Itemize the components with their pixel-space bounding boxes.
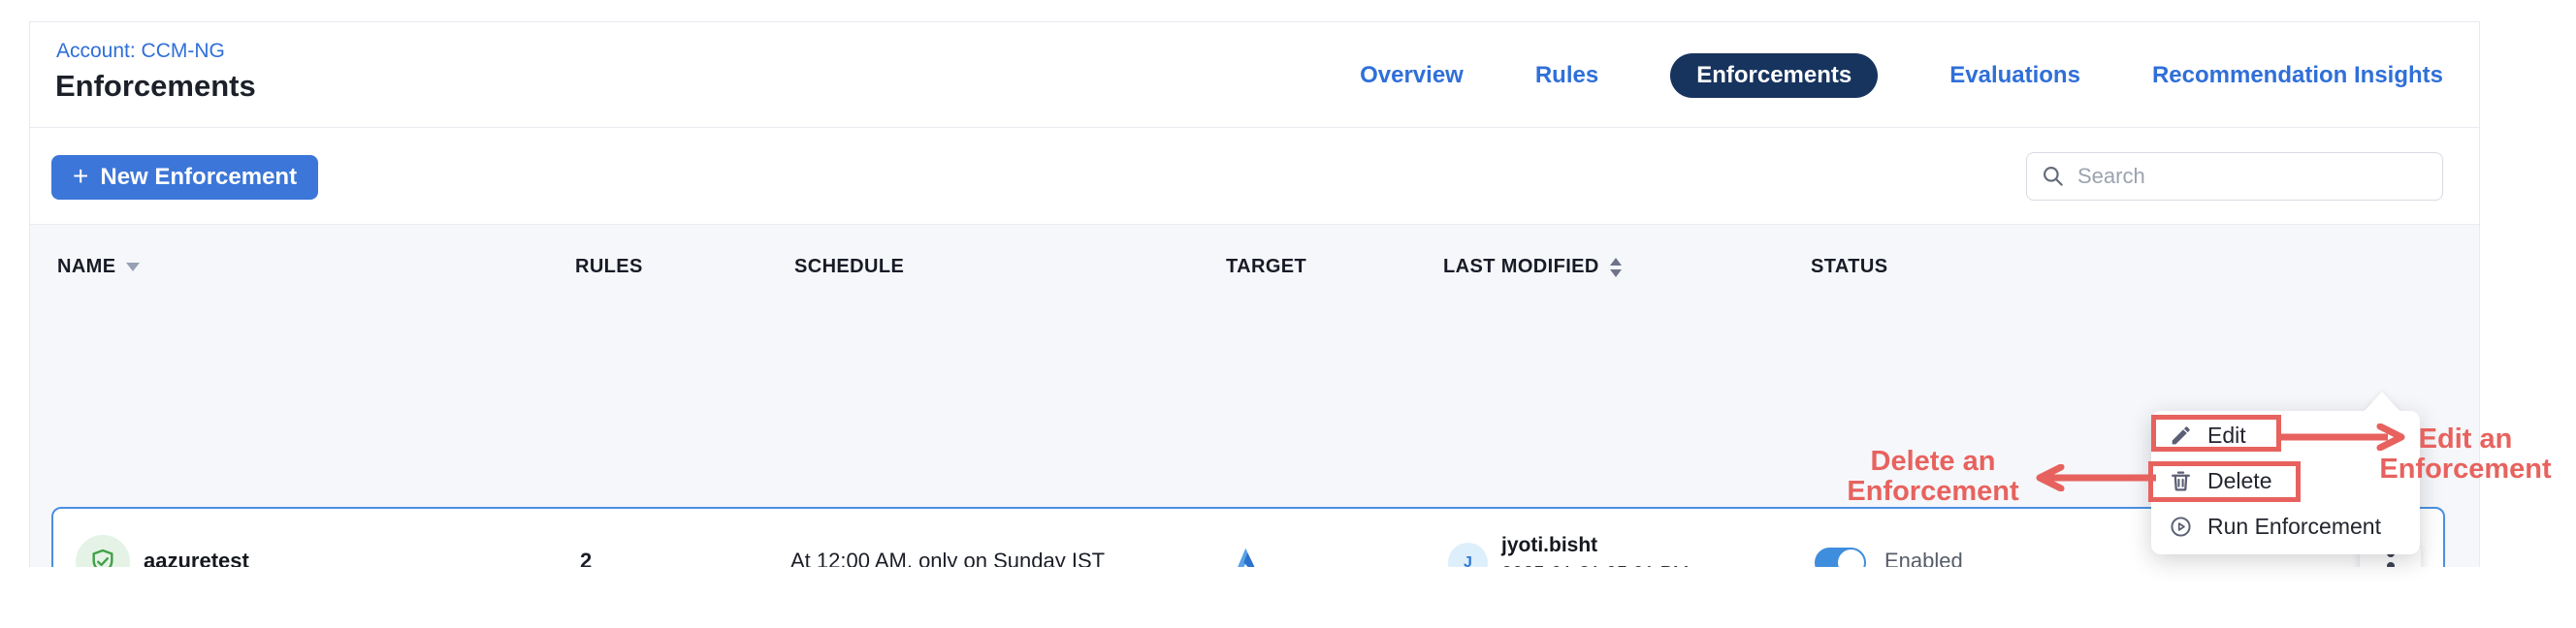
enforcement-status-circle bbox=[76, 535, 130, 567]
plus-icon: + bbox=[73, 163, 88, 190]
tab-rules[interactable]: Rules bbox=[1535, 62, 1598, 89]
edit-annotation-line1: Edit an bbox=[2368, 424, 2562, 455]
sort-updown-icon bbox=[1609, 257, 1623, 278]
menu-item-run-enforcement[interactable]: Run Enforcement bbox=[2151, 504, 2420, 550]
play-circle-icon bbox=[2169, 515, 2193, 539]
new-enforcement-button[interactable]: + New Enforcement bbox=[51, 155, 318, 200]
column-header-name[interactable]: NAME bbox=[57, 256, 140, 278]
search-box[interactable] bbox=[2026, 152, 2443, 201]
rules-count: 2 bbox=[580, 509, 592, 567]
sort-caret-icon bbox=[126, 263, 140, 271]
schedule-text: At 12:00 AM, only on Sunday IST bbox=[790, 509, 1105, 567]
search-input[interactable] bbox=[2077, 164, 2429, 189]
delete-annotation-line1: Delete an bbox=[1836, 447, 2030, 477]
header-divider bbox=[30, 127, 2479, 128]
menu-item-run-label: Run Enforcement bbox=[2207, 514, 2381, 540]
tab-recommendation-insights[interactable]: Recommendation Insights bbox=[2152, 62, 2443, 89]
edit-highlight-box bbox=[2151, 415, 2281, 452]
shield-check-icon bbox=[87, 547, 118, 567]
nav-tabs: Overview Rules Enforcements Evaluations … bbox=[1360, 53, 2443, 98]
tab-evaluations[interactable]: Evaluations bbox=[1949, 62, 2080, 89]
status-label: Enabled bbox=[1884, 509, 1963, 567]
column-header-last-modified-label: LAST MODIFIED bbox=[1443, 256, 1599, 278]
tab-overview[interactable]: Overview bbox=[1360, 62, 1464, 89]
target-cell bbox=[1228, 509, 1262, 567]
azure-icon bbox=[1228, 544, 1262, 567]
status-toggle[interactable] bbox=[1815, 548, 1866, 567]
edit-annotation-text: Edit an Enforcement bbox=[2368, 424, 2562, 485]
toggle-knob bbox=[1838, 550, 1864, 567]
enforcement-name[interactable]: aazuretest bbox=[144, 509, 249, 567]
column-header-last-modified[interactable]: LAST MODIFIED bbox=[1443, 256, 1623, 278]
last-modified-cell: jyoti.bisht 2025-01-31 05:01 PM bbox=[1501, 534, 1689, 567]
column-header-rules: RULES bbox=[575, 256, 643, 278]
table-row[interactable]: aazuretest 2 At 12:00 AM, only on Sunday… bbox=[51, 507, 2445, 567]
enforcements-page: Account: CCM-NG Enforcements Overview Ru… bbox=[0, 0, 2576, 628]
delete-annotation-text: Delete an Enforcement bbox=[1836, 447, 2030, 507]
delete-annotation-line2: Enforcement bbox=[1836, 477, 2030, 507]
modified-by: jyoti.bisht bbox=[1501, 534, 1689, 557]
avatar: J bbox=[1448, 543, 1488, 567]
delete-highlight-box bbox=[2148, 461, 2301, 502]
search-icon bbox=[2041, 164, 2066, 189]
kebab-dot bbox=[2387, 562, 2395, 568]
column-header-schedule: SCHEDULE bbox=[794, 256, 904, 278]
account-breadcrumb[interactable]: Account: CCM-NG bbox=[56, 40, 225, 63]
menu-caret bbox=[2364, 392, 2400, 412]
column-header-target: TARGET bbox=[1226, 256, 1306, 278]
column-header-status: STATUS bbox=[1811, 256, 1887, 278]
page-title: Enforcements bbox=[55, 69, 256, 104]
column-header-name-label: NAME bbox=[57, 256, 116, 278]
enforcements-table: NAME RULES SCHEDULE TARGET LAST MODIFIED… bbox=[30, 225, 2479, 567]
tab-enforcements[interactable]: Enforcements bbox=[1670, 53, 1878, 98]
new-enforcement-label: New Enforcement bbox=[100, 164, 297, 191]
delete-annotation-arrow bbox=[2020, 464, 2156, 491]
edit-annotation-line2: Enforcement bbox=[2368, 455, 2562, 485]
modified-at: 2025-01-31 05:01 PM bbox=[1501, 563, 1689, 567]
